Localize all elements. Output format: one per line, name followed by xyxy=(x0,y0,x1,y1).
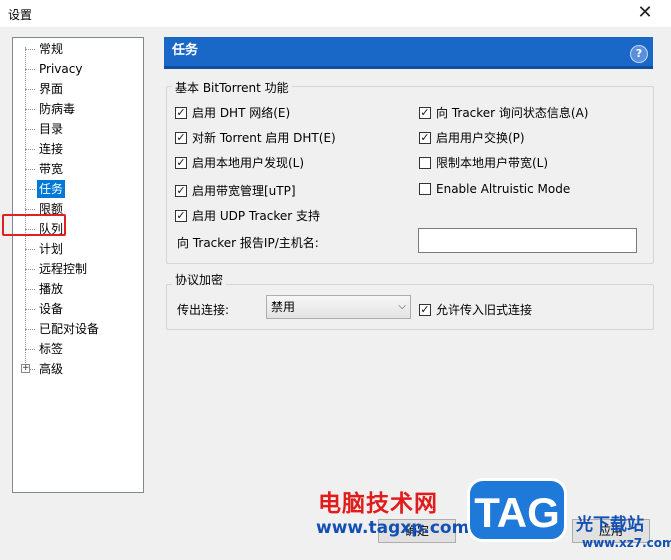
tree-connector xyxy=(25,169,35,170)
highlight-annotation xyxy=(2,214,66,236)
tree-item[interactable]: 任务 xyxy=(25,180,66,198)
tree-item-label: 目录 xyxy=(39,122,64,136)
tree-connector xyxy=(25,149,35,150)
outgoing-select[interactable]: 禁用 ⌵ xyxy=(266,295,411,319)
checkbox-icon[interactable]: ✓ xyxy=(175,156,187,169)
tracker-scrape-checkbox[interactable]: ✓ 向 Tracker 询问状态信息(A) xyxy=(419,104,589,121)
tree-connector xyxy=(25,249,35,250)
checkbox-icon[interactable]: ✓ xyxy=(175,184,187,197)
encryption-legend: 协议加密 xyxy=(172,271,227,288)
checkbox-label: 对新 Torrent 启用 DHT(E) xyxy=(192,131,336,145)
chevron-down-icon: ⌵ xyxy=(398,301,406,312)
tree-connector xyxy=(25,269,35,270)
tree-item[interactable]: Privacy xyxy=(25,60,84,78)
legacy-connections-checkbox[interactable]: ✓ 允许传入旧式连接 xyxy=(419,301,532,318)
tree-item[interactable]: 连接 xyxy=(25,140,65,158)
tree-item-label: 常规 xyxy=(39,42,64,56)
tree-connector xyxy=(25,89,35,90)
outgoing-label: 传出连接: xyxy=(177,303,230,317)
tree-item-label: 高级 xyxy=(39,362,64,376)
tree-connector xyxy=(25,329,35,330)
title-bar xyxy=(0,0,671,27)
tree-item-label: 连接 xyxy=(39,142,64,156)
tree-item[interactable]: 已配对设备 xyxy=(25,320,101,338)
window-title: 设置 xyxy=(8,8,33,22)
watermark-url: www.tagxp.com xyxy=(316,518,470,538)
tree-item-label: 设备 xyxy=(39,302,64,316)
tree-item-label: 界面 xyxy=(39,82,64,96)
tree-connector xyxy=(25,209,35,210)
peer-exchange-checkbox[interactable]: ✓ 启用用户交换(P) xyxy=(419,129,525,146)
page-title: 任务 xyxy=(164,37,653,69)
udp-tracker-checkbox[interactable]: ✓ 启用 UDP Tracker 支持 xyxy=(175,207,320,224)
tree-item[interactable]: 设备 xyxy=(25,300,65,318)
tree-item[interactable]: 标签 xyxy=(25,340,65,358)
checkbox-label: 向 Tracker 询问状态信息(A) xyxy=(436,106,589,120)
report-ip-label: 向 Tracker 报告IP/主机名: xyxy=(177,236,319,250)
tree-item-label: 任务 xyxy=(39,182,64,196)
checkbox-label: 启用用户交换(P) xyxy=(436,131,525,145)
report-ip-input[interactable] xyxy=(418,228,637,253)
tree-item[interactable]: 计划 xyxy=(25,240,65,258)
altruistic-checkbox[interactable]: Enable Altruistic Mode xyxy=(419,182,570,196)
tree-item[interactable]: 带宽 xyxy=(25,160,65,178)
checkbox-label: 启用带宽管理[uTP] xyxy=(192,184,296,198)
tree-connector xyxy=(25,49,35,50)
tree-item-label: 带宽 xyxy=(39,162,64,176)
checkbox-label: Enable Altruistic Mode xyxy=(436,182,571,196)
checkbox-label: 限制本地用户带宽(L) xyxy=(436,156,549,170)
tree-item-label: 防病毒 xyxy=(39,102,76,116)
tree-connector xyxy=(25,69,35,70)
tree-item-label: 远程控制 xyxy=(39,262,88,276)
watermark-site-name: 电脑技术网 xyxy=(318,491,438,517)
checkbox-label: 启用 DHT 网络(E) xyxy=(192,106,291,120)
tree-item-label: 标签 xyxy=(39,342,64,356)
checkbox-label: 启用 UDP Tracker 支持 xyxy=(192,209,320,223)
limit-local-bandwidth-checkbox[interactable]: 限制本地用户带宽(L) xyxy=(419,154,548,171)
tree-item-label: 播放 xyxy=(39,282,64,296)
checkbox-icon[interactable] xyxy=(419,156,431,169)
tree-item[interactable]: 界面 xyxy=(25,80,65,98)
tree-connector xyxy=(25,129,35,130)
watermark-right-text: 光下载站 xyxy=(576,515,644,535)
tree-item-label: 已配对设备 xyxy=(39,322,100,336)
tree-connector xyxy=(25,109,35,110)
checkbox-icon[interactable]: ✓ xyxy=(175,131,187,144)
tree-connector xyxy=(25,349,35,350)
bittorrent-legend: 基本 BitTorrent 功能 xyxy=(172,79,292,96)
help-icon[interactable]: ? xyxy=(630,45,648,63)
local-peer-discovery-checkbox[interactable]: ✓ 启用本地用户发现(L) xyxy=(175,154,304,171)
tree-connector xyxy=(25,189,35,190)
utp-checkbox[interactable]: ✓ 启用带宽管理[uTP] xyxy=(175,182,296,199)
settings-tree: 常规 Privacy 界面 防病毒 目录 连接 带宽 任务 限额 队列 计划 远程控制 播放 设备 已配对设… xyxy=(12,37,144,493)
checkbox-icon[interactable]: ✓ xyxy=(419,106,431,119)
tree-item-label: 计划 xyxy=(39,242,64,256)
checkbox-icon[interactable] xyxy=(419,183,431,195)
dht-new-torrent-checkbox[interactable]: ✓ 对新 Torrent 启用 DHT(E) xyxy=(175,129,336,146)
checkbox-label: 启用本地用户发现(L) xyxy=(192,156,305,170)
select-value: 禁用 xyxy=(271,300,296,314)
tree-guide-line xyxy=(25,47,26,369)
checkbox-icon[interactable]: ✓ xyxy=(175,106,187,119)
checkbox-icon[interactable]: ✓ xyxy=(175,209,187,222)
tree-connector xyxy=(25,309,35,310)
tree-item[interactable]: 目录 xyxy=(25,120,65,138)
tree-connector xyxy=(25,289,35,290)
expand-icon[interactable]: + xyxy=(21,364,30,373)
tree-item[interactable]: 高级 xyxy=(25,360,65,378)
watermark-right-url: www.xz7.com xyxy=(582,536,671,550)
checkbox-icon[interactable]: ✓ xyxy=(419,303,431,316)
dht-checkbox[interactable]: ✓ 启用 DHT 网络(E) xyxy=(175,104,290,121)
tree-item[interactable]: 常规 xyxy=(25,40,65,58)
tree-item[interactable]: 防病毒 xyxy=(25,100,77,118)
tree-item[interactable]: 播放 xyxy=(25,280,65,298)
close-icon[interactable]: ✕ xyxy=(627,2,663,24)
checkbox-icon[interactable]: ✓ xyxy=(419,131,431,144)
checkbox-label: 允许传入旧式连接 xyxy=(436,303,533,317)
watermark-logo: TAG xyxy=(467,478,567,542)
tree-item-label: Privacy xyxy=(39,62,83,76)
tree-item[interactable]: 远程控制 xyxy=(25,260,89,278)
